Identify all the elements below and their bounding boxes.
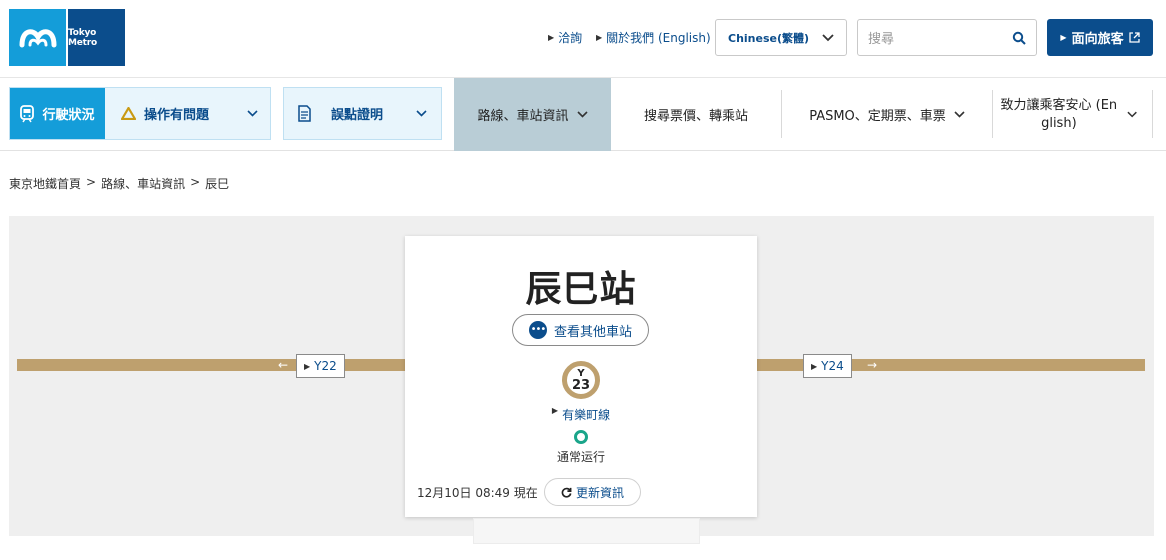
line-track-left [17, 359, 407, 371]
language-value: Chinese(繁體) [728, 31, 810, 45]
caret-right-icon: ▶ [1060, 33, 1067, 42]
about-link-label: 關於我們 (English) [606, 31, 711, 45]
other-stations-label: 查看其他車站 [553, 324, 632, 340]
caret-right-icon: ▶ [596, 33, 603, 42]
metro-logo-icon[interactable] [9, 9, 66, 66]
search-icon[interactable] [1012, 31, 1026, 45]
metro-logo-text[interactable]: Tokyo Metro [68, 9, 125, 66]
tab-lines-stations[interactable]: 路線、車站資訊 [454, 78, 611, 151]
tab-strip-placeholder [473, 518, 700, 544]
about-link[interactable]: ▶ 關於我們 (English) [596, 29, 711, 46]
tab-passenger-safety[interactable]: 致力讓乘客安心 (English) [993, 78, 1143, 151]
tab-fare-search-label: 搜尋票價、轉乘站 [643, 109, 748, 124]
for-passengers-button[interactable]: ▶ 面向旅客 [1047, 19, 1153, 56]
next-station-code: Y24 [821, 359, 844, 373]
main-nav: 行駛狀況 操作有問題 誤點證明 路線、車站資訊 搜尋票價、轉乘站 PASMO、定… [0, 78, 1166, 151]
contact-link[interactable]: ▶ 洽詢 [548, 29, 582, 46]
arrow-left-icon: ← [278, 358, 289, 372]
caret-right-icon: ▶ [811, 361, 818, 371]
breadcrumb-lines[interactable]: 路線、車站資訊 [101, 175, 185, 192]
tab-fare-search[interactable]: 搜尋票價、轉乘站 [611, 78, 781, 151]
contact-link-label: 洽詢 [558, 31, 583, 45]
arrow-right-icon: → [867, 358, 878, 372]
line-name: 有樂町線 [562, 408, 611, 422]
refresh-button[interactable]: 更新資訊 [544, 478, 641, 506]
external-link-icon [1128, 32, 1140, 43]
tab-passenger-safety-label: 致力讓乘客安心 (English) [1000, 97, 1118, 131]
station-number: 23 [571, 377, 591, 393]
train-icon [20, 104, 35, 122]
search-input[interactable]: 搜尋 [857, 19, 1037, 56]
line-letter: Y [577, 367, 585, 379]
breadcrumb-separator: > [86, 175, 97, 189]
next-station-link[interactable]: ▶ Y24 [803, 354, 852, 378]
refresh-label: 更新資訊 [575, 485, 624, 500]
station-name: 辰巳站 [525, 269, 637, 310]
refresh-icon [561, 487, 572, 498]
tab-pasmo-tickets[interactable]: PASMO、定期票、車票 [782, 78, 992, 151]
other-stations-button[interactable]: ••• 查看其他車站 [512, 314, 649, 346]
site-header: Tokyo Metro ▶ 洽詢 ▶ 關於我們 (English) Chines… [0, 0, 1166, 78]
document-icon [298, 105, 311, 122]
caret-right-icon: ▶ [551, 406, 559, 415]
service-status: 通常运行 [556, 450, 605, 464]
prev-station-link[interactable]: ▶ Y22 [296, 354, 345, 378]
breadcrumb-home[interactable]: 東京地鐵首頁 [9, 175, 81, 192]
chevron-down-icon [247, 110, 258, 117]
breadcrumb-current: 辰巳 [205, 177, 230, 191]
station-number-badge: Y 23 [562, 361, 600, 399]
tab-lines-stations-label: 路線、車站資訊 [477, 109, 569, 124]
more-icon: ••• [528, 321, 547, 339]
search-placeholder: 搜尋 [868, 32, 895, 47]
prev-station-code: Y22 [314, 359, 337, 373]
chevron-down-icon [1127, 111, 1137, 118]
operation-status-label: 行駛狀況 [42, 108, 95, 123]
operation-issue-dropdown[interactable]: 操作有問題 [105, 88, 270, 139]
operation-status-box: 行駛狀況 操作有問題 [9, 87, 271, 140]
for-passengers-label: 面向旅客 [1071, 32, 1124, 47]
station-card: 辰巳站 ••• 查看其他車站 Y 23 ▶ 有樂町線 通常运行 12月10日 0… [405, 236, 757, 517]
update-timestamp: 12月10日 08:49 現在 [417, 486, 538, 500]
status-ok-icon [574, 430, 588, 444]
tab-pasmo-tickets-label: PASMO、定期票、車票 [809, 109, 946, 124]
line-link[interactable]: ▶ 有樂町線 [405, 406, 757, 423]
chevron-down-icon [822, 33, 834, 41]
warning-icon [121, 107, 136, 120]
chevron-down-icon [576, 111, 588, 118]
delay-certificate-dropdown[interactable]: 誤點證明 [283, 87, 442, 140]
operation-status-button[interactable]: 行駛狀況 [10, 88, 105, 139]
breadcrumb: 東京地鐵首頁 > 路線、車站資訊 > 辰巳 [9, 175, 229, 192]
caret-right-icon: ▶ [548, 33, 555, 42]
chevron-down-icon [954, 111, 965, 118]
breadcrumb-separator: > [190, 175, 201, 189]
delay-certificate-label: 誤點證明 [331, 108, 384, 123]
operation-issue-label: 操作有問題 [144, 108, 210, 123]
nav-divider [1152, 90, 1153, 138]
language-select[interactable]: Chinese(繁體) [715, 19, 847, 56]
caret-right-icon: ▶ [304, 361, 311, 371]
chevron-down-icon [416, 110, 427, 117]
